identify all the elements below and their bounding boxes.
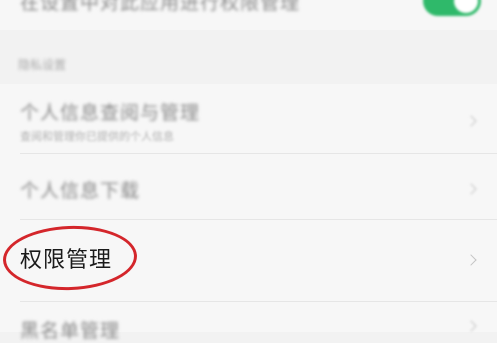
chevron-right-icon [465, 320, 477, 332]
list-item-info-query[interactable]: 个人信息查阅与管理 查阅和管理你已提供的个人信息 [0, 84, 497, 154]
chevron-right-icon [465, 254, 477, 266]
section-header-privacy: 隐私设置 [18, 58, 67, 72]
list-item-title: 黑名单管理 [20, 320, 121, 342]
list-item-info-download[interactable]: 个人信息下载 [0, 154, 497, 220]
chevron-right-icon [465, 115, 477, 127]
chevron-right-icon [465, 183, 477, 195]
top-setting-label: 在设置中对此应用进行权限管理 [20, 0, 301, 14]
top-setting-row[interactable]: 在设置中对此应用进行权限管理 [0, 0, 497, 30]
list-item-title: 个人信息查阅与管理 [20, 102, 201, 124]
list-item-blacklist[interactable]: 黑名单管理 [0, 302, 497, 342]
toggle-switch[interactable] [423, 0, 481, 16]
list-item-subtitle: 查阅和管理你已提供的个人信息 [20, 130, 174, 143]
list-item-title: 个人信息下载 [20, 180, 141, 202]
settings-screen: 在设置中对此应用进行权限管理 隐私设置 个人信息查阅与管理 查阅和管理你已提供的… [0, 0, 497, 342]
